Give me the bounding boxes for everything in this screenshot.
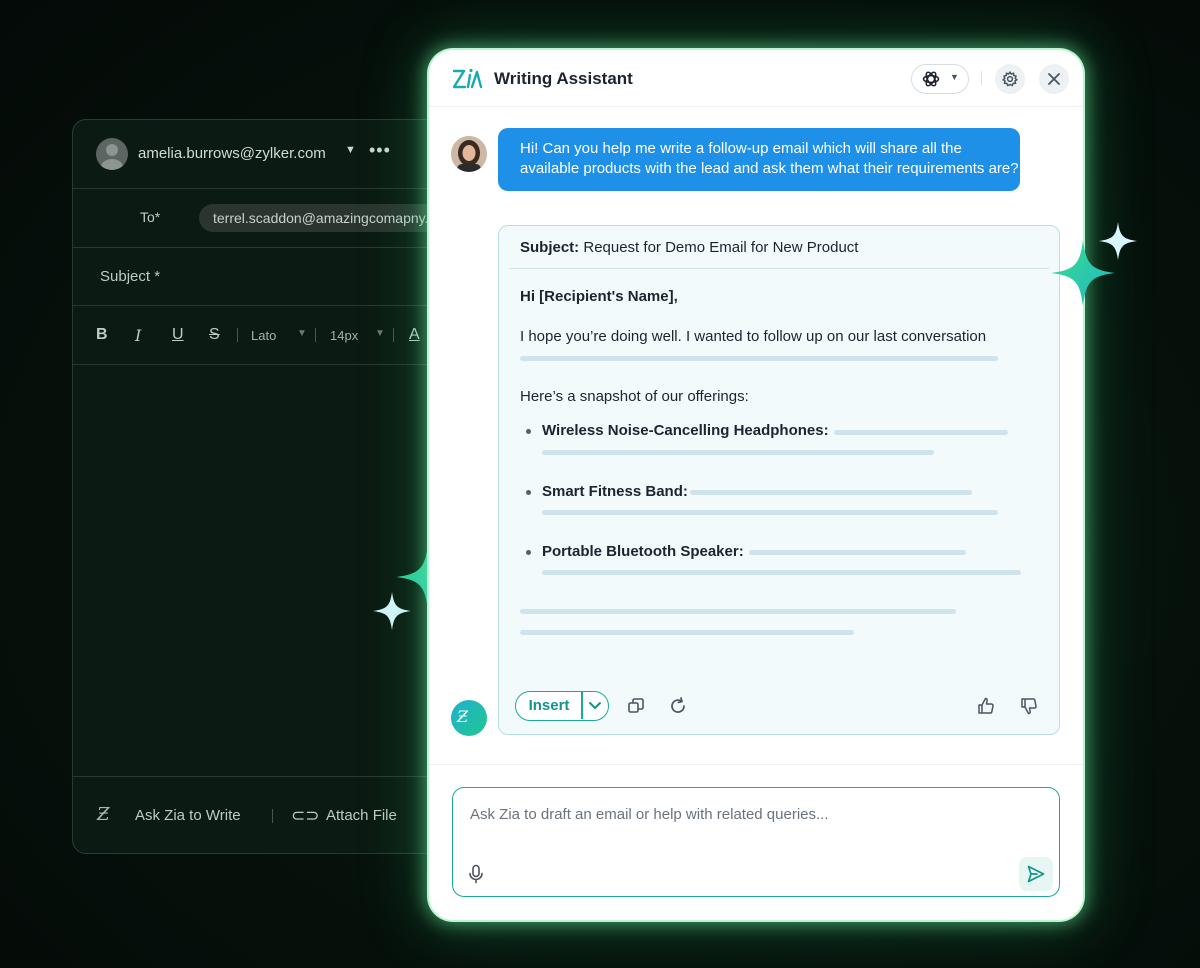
openai-icon (922, 71, 940, 87)
insert-button[interactable]: Insert (516, 692, 582, 719)
prompt-input[interactable] (468, 798, 1032, 830)
chevron-down-icon[interactable]: ▼ (375, 328, 385, 339)
refresh-icon[interactable] (668, 696, 688, 716)
from-email[interactable]: amelia.burrows@zylker.com (138, 145, 326, 162)
divider (509, 268, 1049, 269)
reply-subject-value: Request for Demo Email for New Product (583, 239, 859, 256)
zia-logo-icon: Ƶ (457, 707, 469, 726)
text-placeholder-line (749, 550, 966, 555)
text-placeholder-line (520, 609, 956, 614)
send-button[interactable] (1019, 857, 1053, 891)
reply-offerings-heading: Here’s a snapshot of our offerings: (520, 388, 749, 405)
sender-avatar (96, 138, 128, 170)
reply-subject-label: Subject: (520, 239, 580, 256)
chevron-down-icon[interactable]: ▼ (297, 328, 307, 339)
close-button[interactable] (1039, 64, 1069, 94)
toolbar-divider (315, 328, 316, 342)
copy-icon[interactable] (626, 696, 646, 716)
ask-zia-button[interactable]: Ask Zia to Write (135, 807, 241, 824)
bullet-icon (526, 490, 531, 495)
bullet-icon (526, 550, 531, 555)
text-placeholder-line (542, 510, 998, 515)
attach-icon[interactable]: ⊂⊃ (291, 806, 320, 826)
prompt-box (452, 787, 1060, 897)
product-item: Smart Fitness Band: (542, 483, 688, 500)
settings-button[interactable] (995, 64, 1025, 94)
panel-title: Writing Assistant (494, 69, 633, 88)
toolbar-divider (237, 328, 238, 342)
gear-icon (1002, 71, 1018, 87)
sparkle-icon (1099, 222, 1137, 260)
header-divider (981, 71, 982, 85)
insert-split-button: Insert (515, 691, 609, 721)
subject-label: Subject * (100, 268, 161, 285)
reply-intro: I hope you’re doing well. I wanted to fo… (520, 328, 987, 345)
bullet-icon (526, 429, 531, 434)
font-size-select[interactable]: 14px (330, 328, 358, 343)
bold-button[interactable]: B (96, 326, 108, 344)
reply-subject: Subject: Request for Demo Email for New … (520, 239, 858, 256)
chevron-down-icon[interactable] (584, 692, 606, 719)
divider (581, 692, 583, 719)
sparkle-icon (373, 592, 411, 630)
text-placeholder-line (542, 450, 934, 455)
zia-logo-icon: Ƶ (97, 804, 110, 825)
more-options-icon[interactable]: ••• (369, 140, 391, 161)
italic-button[interactable]: I (135, 326, 141, 345)
text-color-button[interactable]: A (409, 326, 420, 344)
panel-header: Writing Assistant ▼ (429, 50, 1083, 107)
divider (429, 764, 1083, 765)
text-placeholder-line (520, 356, 998, 361)
text-placeholder-line (542, 570, 1021, 575)
text-placeholder-line (834, 430, 1008, 435)
writing-assistant-panel: Writing Assistant ▼ Hi! Can you help me … (429, 50, 1083, 920)
text-placeholder-line (520, 630, 854, 635)
send-icon (1027, 865, 1045, 883)
chevron-down-icon[interactable]: ▼ (345, 144, 356, 156)
attach-file-button[interactable]: Attach File (326, 807, 397, 824)
generated-email-card: Subject: Request for Demo Email for New … (498, 225, 1060, 735)
close-icon (1048, 73, 1060, 85)
product-item: Wireless Noise-Cancelling Headphones: (542, 422, 829, 439)
chevron-down-icon: ▼ (950, 72, 959, 82)
underline-button[interactable]: U (172, 326, 184, 344)
product-item: Portable Bluetooth Speaker: (542, 543, 744, 560)
thumbs-up-icon[interactable] (976, 696, 996, 716)
strikethrough-button[interactable]: S (209, 326, 220, 344)
avatar (451, 136, 487, 172)
font-family-select[interactable]: Lato (251, 328, 276, 343)
thumbs-down-icon[interactable] (1019, 696, 1039, 716)
mic-icon[interactable] (467, 864, 485, 884)
zia-avatar: Ƶ (451, 700, 487, 736)
text-placeholder-line (690, 490, 972, 495)
to-label: To* (140, 209, 161, 225)
zia-logo-icon (452, 68, 483, 89)
reply-greeting: Hi [Recipient's Name], (520, 288, 678, 305)
model-selector[interactable]: ▼ (911, 64, 969, 94)
toolbar-divider (393, 328, 394, 342)
footer-divider (272, 809, 273, 823)
user-message: Hi! Can you help me write a follow-up em… (498, 128, 1020, 191)
